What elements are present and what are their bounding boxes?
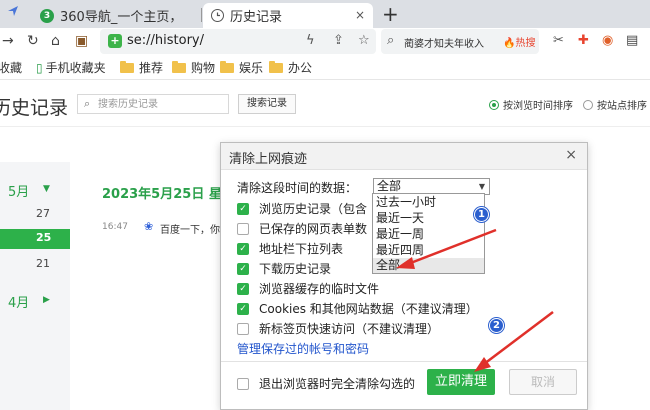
step-2-badge: 2 — [489, 318, 504, 333]
annotation-arrow-2 — [474, 311, 554, 372]
step-1-badge: 1 — [474, 207, 489, 222]
annotation-arrow-1 — [396, 228, 497, 269]
annotation-arrows — [396, 228, 554, 372]
